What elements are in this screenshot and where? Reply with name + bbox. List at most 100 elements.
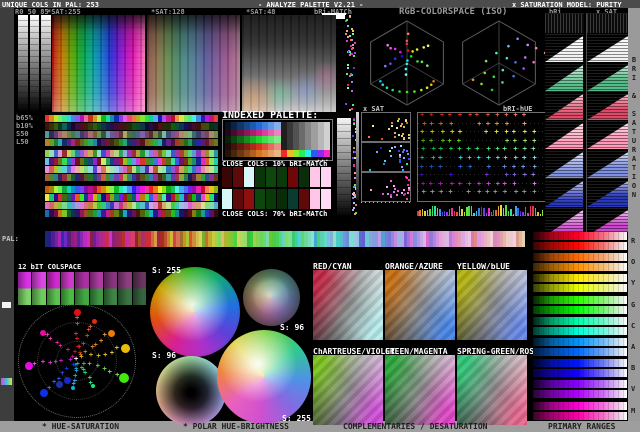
noise-dot (353, 119, 355, 121)
plus-marker: + (504, 155, 508, 162)
plus-marker: + (420, 155, 424, 162)
scatter-dot (407, 153, 409, 155)
plus-marker: + (458, 164, 462, 171)
scatter-dot (380, 147, 382, 149)
plus-marker: + (486, 121, 490, 128)
scatter-dot (401, 123, 403, 125)
spoke-end-dot (108, 330, 115, 337)
plus-marker: + (429, 112, 433, 119)
strip-segment (214, 131, 218, 138)
scatter-dot (406, 177, 408, 179)
bri-saturation-wedges (545, 13, 628, 232)
close-col-swatch (222, 189, 232, 209)
wedge (545, 123, 583, 149)
spoke-end-dot (119, 373, 129, 383)
footer-complementaries: COMPLEMENTARIES / DESATURATION (343, 422, 488, 431)
comp-panel-red-cyan (313, 270, 383, 340)
noise-dot (352, 30, 354, 32)
spoke-marker: + (32, 361, 36, 368)
noise-dot (346, 30, 348, 32)
scatter-dot (403, 194, 405, 196)
scatter-dot (406, 163, 408, 165)
plus-marker: + (523, 172, 527, 179)
scatter-dot (394, 146, 396, 148)
plus-marker: + (467, 155, 471, 162)
noise-dot (346, 19, 348, 21)
brihue-scatter-plot: ++++++++++++++++++++++++++++++++++++++++… (417, 112, 547, 202)
plus-marker: + (449, 121, 453, 128)
scatter-dot (396, 127, 398, 129)
plus-marker: + (457, 138, 461, 145)
palette-analyzer-app: UNIQUE COLS IN PAL: 253 - ANALYZE PALETT… (0, 0, 640, 432)
colspace-tile (118, 272, 131, 305)
plus-marker: + (421, 138, 425, 145)
pal-color (522, 231, 525, 247)
plus-marker: + (429, 164, 433, 171)
plus-marker: + (512, 181, 516, 188)
dotted-separator-right (420, 215, 544, 216)
plus-marker: + (457, 146, 461, 153)
primary-range-strip (533, 380, 627, 388)
gradient-strip (45, 186, 218, 193)
palette-strip (45, 231, 525, 247)
plus-marker: + (458, 112, 462, 119)
wedge (587, 94, 628, 120)
spoke-marker: + (108, 369, 112, 376)
wedge (587, 123, 628, 149)
colspace-tiles (18, 272, 146, 305)
plus-marker: + (420, 164, 424, 171)
scatter-dot (403, 137, 405, 139)
plus-marker: + (420, 172, 424, 179)
plus-marker: + (505, 138, 509, 145)
plus-marker: + (502, 164, 506, 171)
close-col-swatch (299, 167, 309, 187)
plus-marker: + (430, 121, 434, 128)
plus-marker: + (504, 129, 508, 136)
sphere-s96-bottom (156, 356, 226, 426)
plus-marker: + (505, 172, 509, 179)
plus-marker: + (448, 189, 452, 196)
plus-marker: + (532, 129, 536, 136)
footer-hue-saturation: * HUE-SATURATION (42, 422, 119, 431)
noise-dot (352, 104, 354, 106)
plus-marker: + (486, 146, 490, 153)
strip-label-s50: S50 (16, 130, 29, 138)
close-col-swatch (310, 167, 320, 187)
spoke-marker: + (45, 332, 49, 339)
plus-marker: + (522, 189, 526, 196)
primary-range-strip (533, 348, 627, 356)
noise-dot (346, 40, 348, 42)
scatter-dot (403, 189, 405, 191)
frame-marker-rainbow (1, 378, 12, 385)
spoke-end-dot (71, 386, 75, 390)
plus-marker: + (421, 181, 425, 188)
primary-range-letter: B (631, 364, 635, 372)
colspace-title: 12 bIT COLSPACE (18, 263, 81, 271)
hist-bar (417, 211, 419, 216)
scatter-dot (394, 188, 396, 190)
plus-marker: + (438, 155, 442, 162)
color-noise-column (345, 15, 357, 112)
hue-saturation-wheel: ++++++++++++++++++++++++++++++++++++++++… (18, 304, 136, 418)
scatter-dot (397, 190, 399, 192)
plus-marker: + (521, 164, 525, 171)
scatter-dot (372, 125, 374, 127)
gradient-strip (45, 210, 218, 217)
scatter-dot (384, 160, 386, 162)
wedge (545, 36, 583, 62)
scatter-dot (403, 126, 405, 128)
plus-marker: + (514, 155, 518, 162)
plus-marker: + (533, 164, 537, 171)
plus-marker: + (458, 129, 462, 136)
scatter-dot (399, 161, 401, 163)
strip-segment (214, 139, 218, 146)
scatter-dot (407, 192, 409, 194)
hue-map-sat128 (147, 15, 240, 112)
plus-marker: + (523, 129, 527, 136)
plus-marker: + (477, 189, 481, 196)
noise-dot (352, 44, 354, 46)
noise-dot (347, 67, 349, 69)
colspace-tile (104, 272, 117, 305)
plus-marker: + (505, 121, 509, 128)
spoke-marker: + (83, 349, 87, 356)
